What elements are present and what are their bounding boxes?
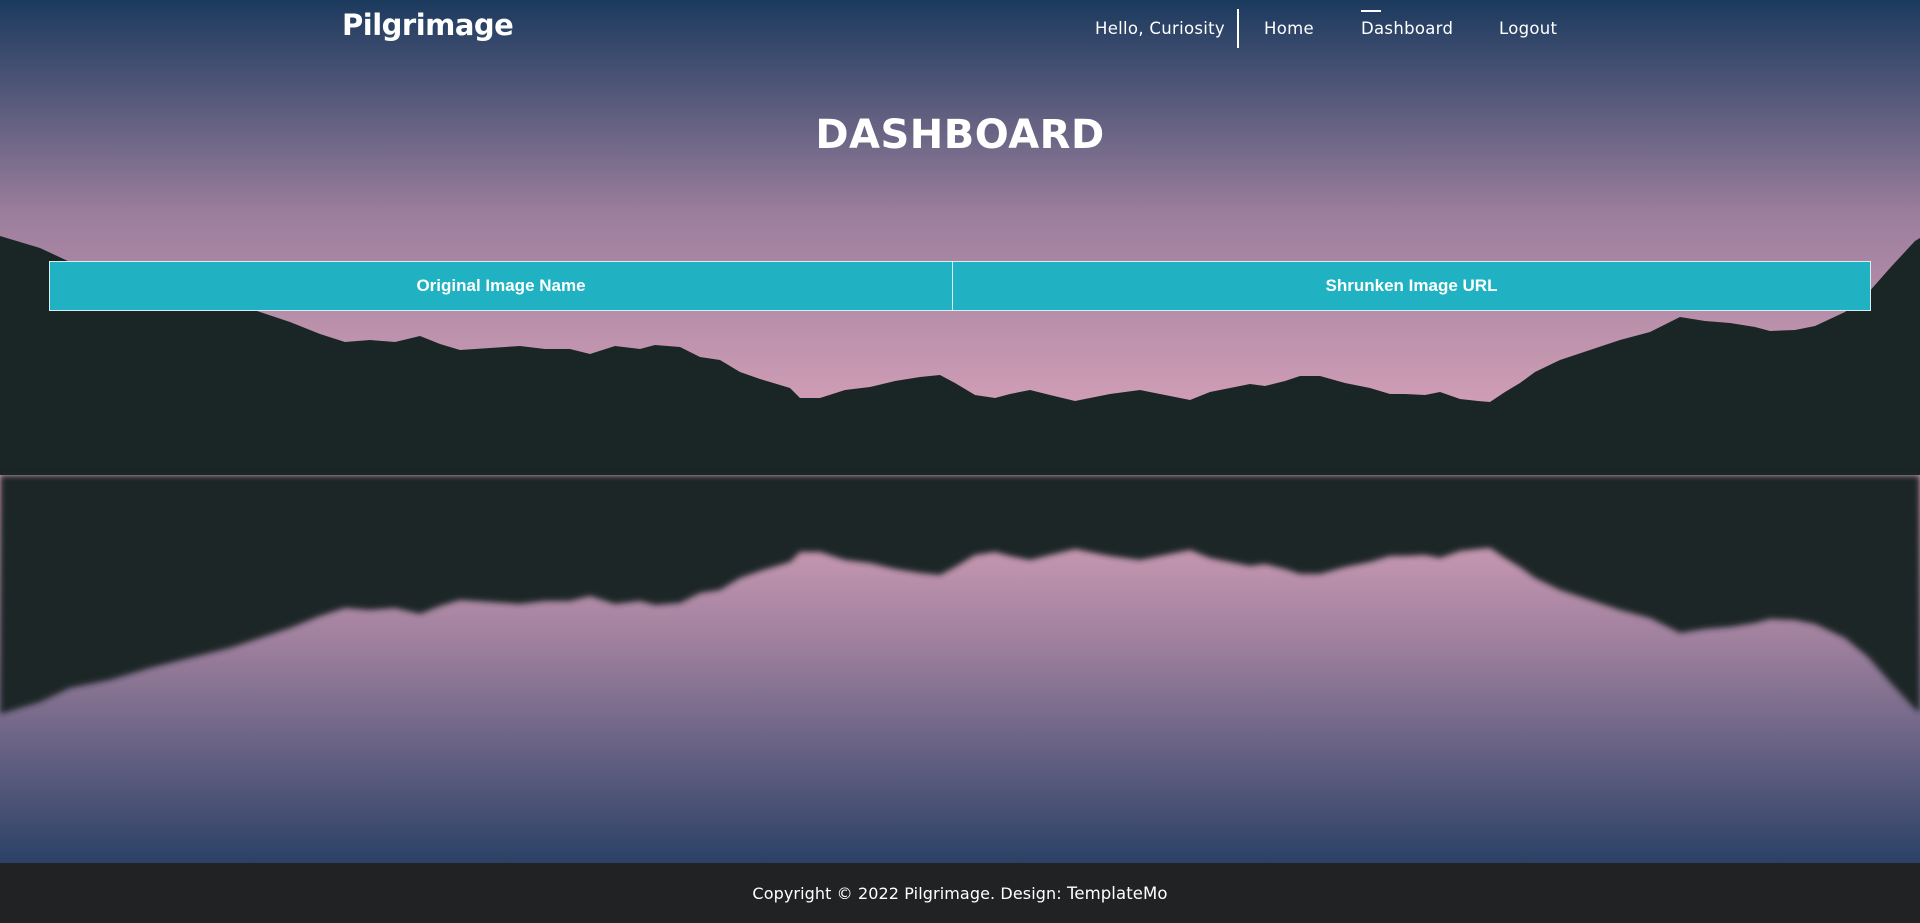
- copyright-text: Copyright © 2022 Pilgrimage. Design:: [752, 884, 1067, 903]
- nav-divider: [1237, 9, 1239, 48]
- nav-link-logout[interactable]: Logout: [1499, 19, 1557, 38]
- user-greeting: Hello, Curiosity: [1095, 19, 1225, 38]
- page-title: DASHBOARD: [815, 112, 1105, 158]
- page-footer: Copyright © 2022 Pilgrimage. Design: Tem…: [0, 863, 1920, 923]
- active-indicator: [1361, 10, 1381, 12]
- column-header-shrunken-url: Shrunken Image URL: [952, 261, 1871, 311]
- footer-text: Copyright © 2022 Pilgrimage. Design: Tem…: [0, 884, 1920, 903]
- brand-logo[interactable]: Pilgrimage: [342, 8, 514, 42]
- templatemo-link[interactable]: TemplateMo: [1067, 884, 1168, 903]
- nav-link-home[interactable]: Home: [1264, 19, 1314, 38]
- column-header-original-name: Original Image Name: [49, 261, 953, 311]
- images-table: Original Image Name Shrunken Image URL: [49, 261, 1871, 311]
- table-header-row: Original Image Name Shrunken Image URL: [49, 261, 1871, 311]
- table-header: Original Image Name Shrunken Image URL: [49, 261, 1871, 311]
- nav-link-dashboard[interactable]: Dashboard: [1361, 19, 1453, 38]
- top-navbar: Pilgrimage Hello, Curiosity Home Dashboa…: [0, 0, 1920, 56]
